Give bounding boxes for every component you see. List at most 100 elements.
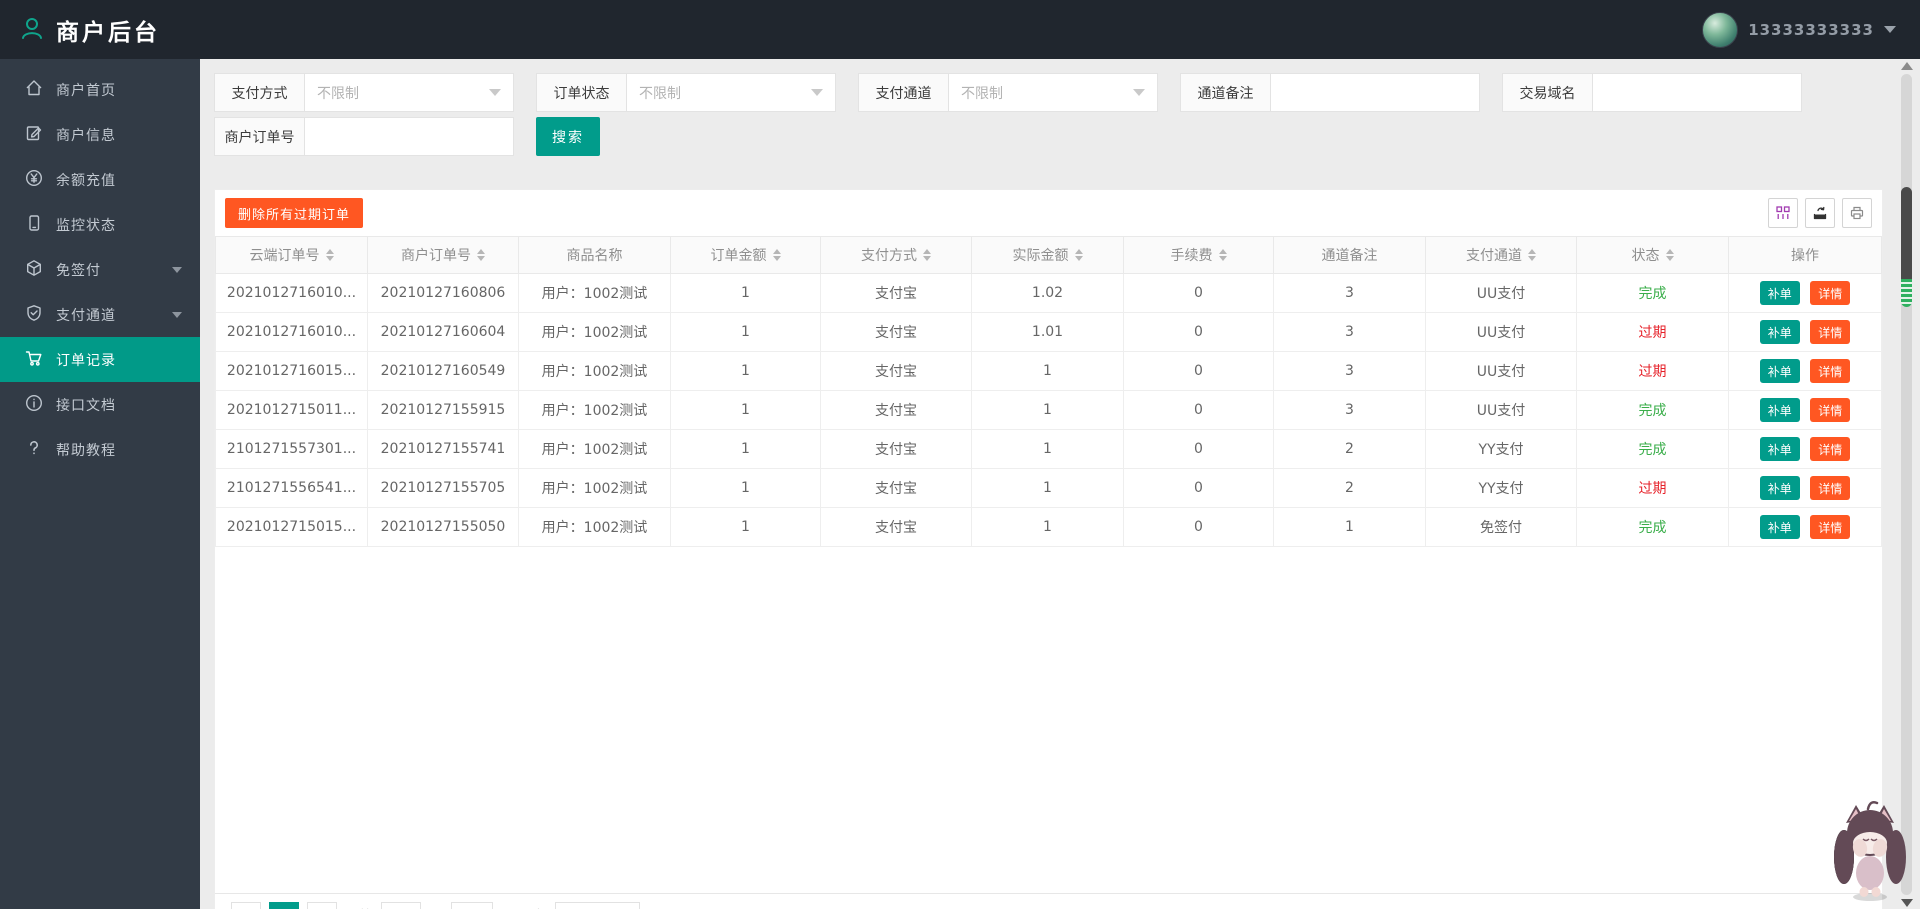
status-badge: 完成 <box>1577 430 1729 469</box>
detail-button[interactable]: 详情 <box>1810 281 1850 305</box>
sidebar-item-no-sign-pay[interactable]: 免签付 <box>0 247 200 292</box>
col-status[interactable]: 状态 <box>1577 237 1729 274</box>
shield-check-icon <box>24 303 44 327</box>
channel-remark-input[interactable] <box>1283 74 1467 111</box>
payment-channel-select[interactable]: 不限制 <box>949 74 1157 111</box>
filter-label: 订单状态 <box>537 74 627 111</box>
status-badge: 完成 <box>1577 508 1729 547</box>
sidebar-item-label: 支付通道 <box>56 305 116 325</box>
sidebar-item-help-tutorial[interactable]: 帮助教程 <box>0 427 200 472</box>
col-merchant-order-no[interactable]: 商户订单号 <box>368 237 519 274</box>
sort-icon[interactable] <box>1666 249 1674 261</box>
col-payment-channel[interactable]: 支付通道 <box>1426 237 1577 274</box>
sidebar-item-label: 帮助教程 <box>56 440 116 460</box>
sidebar-item-balance-recharge[interactable]: 余额充值 <box>0 157 200 202</box>
cube-icon <box>24 258 44 282</box>
detail-button[interactable]: 详情 <box>1810 437 1850 461</box>
yen-circle-icon <box>24 168 44 192</box>
sort-icon[interactable] <box>923 249 931 261</box>
detail-button[interactable]: 详情 <box>1810 359 1850 383</box>
detail-button[interactable]: 详情 <box>1810 515 1850 539</box>
supplement-order-button[interactable]: 补单 <box>1760 437 1800 461</box>
cell-fee: 0 <box>1124 352 1274 391</box>
filter-label: 商户订单号 <box>215 118 305 155</box>
scroll-up-arrow-icon[interactable] <box>1901 62 1913 70</box>
cell-payment-channel: UU支付 <box>1426 391 1577 430</box>
sidebar-item-merchant-home[interactable]: 商户首页 <box>0 67 200 112</box>
jump-page-input[interactable] <box>381 902 421 909</box>
cell-channel-remark: 3 <box>1274 391 1426 430</box>
trade-domain-input[interactable] <box>1605 74 1789 111</box>
mobile-monitor-icon <box>24 213 44 237</box>
col-cloud-order-no[interactable]: 云端订单号 <box>216 237 368 274</box>
columns-icon[interactable] <box>1768 198 1798 228</box>
merchant-order-no-input[interactable] <box>317 118 501 155</box>
order-status-select[interactable]: 不限制 <box>627 74 835 111</box>
table-row: 2101271556541... 20210127155705 用户：1002测… <box>216 469 1882 508</box>
search-button[interactable]: 搜索 <box>536 117 600 156</box>
next-page-button[interactable]: › <box>307 902 337 909</box>
detail-button[interactable]: 详情 <box>1810 398 1850 422</box>
supplement-order-button[interactable]: 补单 <box>1760 281 1800 305</box>
cell-payment-channel: UU支付 <box>1426 352 1577 391</box>
cell-actions: 补单 详情 <box>1729 469 1882 508</box>
cell-order-amount: 1 <box>671 352 821 391</box>
cell-order-amount: 1 <box>671 430 821 469</box>
col-actual-amount[interactable]: 实际金额 <box>972 237 1124 274</box>
cell-channel-remark: 1 <box>1274 508 1426 547</box>
payment-method-select[interactable]: 不限制 <box>305 74 513 111</box>
col-payment-method[interactable]: 支付方式 <box>821 237 972 274</box>
scrollbar-thumb[interactable] <box>1901 187 1912 279</box>
supplement-order-button[interactable]: 补单 <box>1760 359 1800 383</box>
user-menu[interactable]: 13333333333 <box>1702 0 1896 59</box>
cell-actual-amount: 1.02 <box>972 274 1124 313</box>
col-channel-remark: 通道备注 <box>1274 237 1426 274</box>
user-avatar[interactable] <box>1702 12 1738 48</box>
detail-button[interactable]: 详情 <box>1810 476 1850 500</box>
sort-icon[interactable] <box>1528 249 1536 261</box>
cell-actual-amount: 1 <box>972 508 1124 547</box>
prev-page-button[interactable]: ‹ <box>231 902 261 909</box>
cell-product-name: 用户：1002测试 <box>519 469 671 508</box>
jump-confirm-button[interactable]: 确定 <box>451 902 493 909</box>
sidebar-item-merchant-info[interactable]: 商户信息 <box>0 112 200 157</box>
cell-payment-method: 支付宝 <box>821 430 972 469</box>
table-toolbar: 删除所有过期订单 <box>215 190 1882 236</box>
cell-order-amount: 1 <box>671 313 821 352</box>
chibi-mascot-image[interactable] <box>1830 793 1910 907</box>
per-page-select[interactable]: 10 条/页 <box>555 902 640 909</box>
cell-merchant-order-no: 20210127155741 <box>368 430 519 469</box>
sidebar-item-monitor-status[interactable]: 监控状态 <box>0 202 200 247</box>
user-phone[interactable]: 13333333333 <box>1748 21 1874 39</box>
col-fee[interactable]: 手续费 <box>1124 237 1274 274</box>
filter-bar: 支付方式 不限制 订单状态 不限制 支付通道 不限制 <box>200 59 1920 156</box>
page-number-current[interactable]: 1 <box>269 902 299 909</box>
cell-payment-method: 支付宝 <box>821 469 972 508</box>
main-content: 支付方式 不限制 订单状态 不限制 支付通道 不限制 <box>200 59 1920 909</box>
orders-table: 云端订单号 商户订单号 商品名称 订单金额 支付方式 实际金额 手续费 通道备注… <box>215 236 1882 547</box>
chevron-down-icon <box>811 89 823 96</box>
col-order-amount[interactable]: 订单金额 <box>671 237 821 274</box>
filter-channel-remark: 通道备注 <box>1180 73 1480 112</box>
export-icon[interactable] <box>1805 198 1835 228</box>
total-count-label: 共 7 条 <box>501 902 547 909</box>
sort-icon[interactable] <box>326 249 334 261</box>
detail-button[interactable]: 详情 <box>1810 320 1850 344</box>
supplement-order-button[interactable]: 补单 <box>1760 476 1800 500</box>
sidebar-item-payment-channel[interactable]: 支付通道 <box>0 292 200 337</box>
cell-cloud-order-no: 2101271557301... <box>216 430 368 469</box>
print-icon[interactable] <box>1842 198 1872 228</box>
order-table-card: 删除所有过期订单 <box>214 189 1883 909</box>
sidebar-item-order-records[interactable]: 订单记录 <box>0 337 200 382</box>
delete-expired-orders-button[interactable]: 删除所有过期订单 <box>225 198 363 228</box>
supplement-order-button[interactable]: 补单 <box>1760 398 1800 422</box>
sort-icon[interactable] <box>477 249 485 261</box>
sort-icon[interactable] <box>773 249 781 261</box>
supplement-order-button[interactable]: 补单 <box>1760 515 1800 539</box>
sort-icon[interactable] <box>1219 249 1227 261</box>
sidebar-item-label: 商户首页 <box>56 80 116 100</box>
info-circle-icon <box>24 393 44 417</box>
sidebar-item-api-docs[interactable]: 接口文档 <box>0 382 200 427</box>
sort-icon[interactable] <box>1075 249 1083 261</box>
supplement-order-button[interactable]: 补单 <box>1760 320 1800 344</box>
